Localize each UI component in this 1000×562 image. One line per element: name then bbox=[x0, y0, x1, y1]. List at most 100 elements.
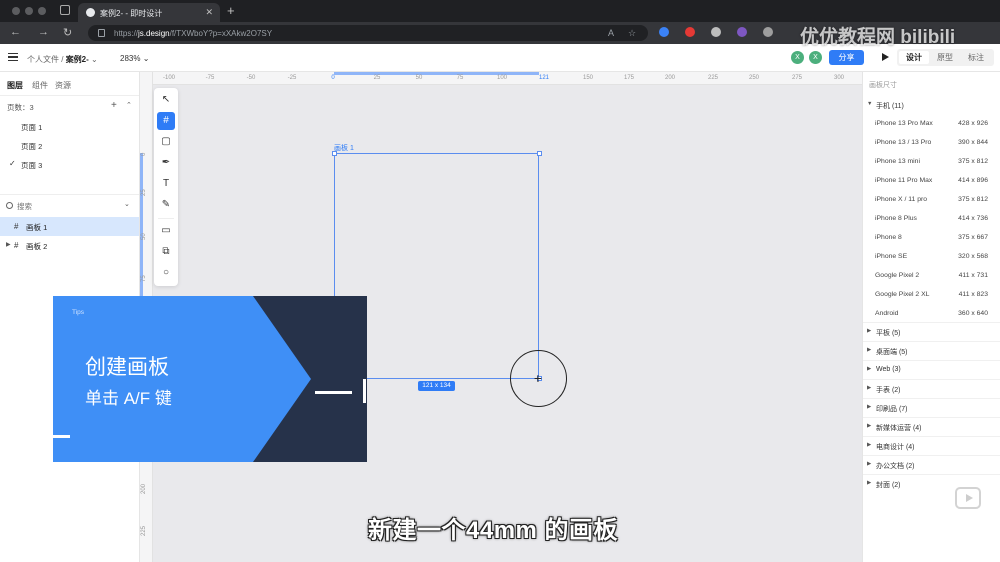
chevron-up-icon[interactable]: ⌃ bbox=[126, 101, 132, 109]
layer-item[interactable]: # 画板 1 bbox=[0, 217, 139, 236]
preset-group[interactable]: ▶ 办公文档 (2) bbox=[863, 456, 1000, 474]
device-preset[interactable]: iPhone 13 mini 375 x 812 bbox=[863, 152, 1000, 171]
window-close-button[interactable] bbox=[12, 7, 20, 15]
preset-group[interactable]: ▶ Web (3) bbox=[863, 361, 1000, 379]
tab-design[interactable]: 设计 bbox=[899, 51, 929, 64]
url-input[interactable]: https://js.design/f/TXWboY?p=xXAkw2O7SY … bbox=[88, 25, 648, 41]
preset-group-phone[interactable]: ▼ 手机 (11) bbox=[863, 96, 1000, 114]
page-item-current[interactable]: ✓ 页面 3 bbox=[0, 155, 139, 173]
avatar[interactable]: X bbox=[809, 51, 822, 64]
zoom-level[interactable]: 283% ⌄ bbox=[120, 54, 149, 63]
device-preset[interactable]: iPhone 11 Pro Max 414 x 896 bbox=[863, 171, 1000, 190]
video-subtitle: 新建一个44mm 的画板 bbox=[368, 517, 619, 544]
device-preset[interactable]: Google Pixel 2 XL 411 x 823 bbox=[863, 285, 1000, 304]
device-size: 375 x 812 bbox=[958, 196, 988, 203]
device-preset[interactable]: Android 360 x 640 bbox=[863, 304, 1000, 323]
extension-icon[interactable] bbox=[685, 27, 695, 37]
breadcrumb-current[interactable]: 案例2- bbox=[66, 55, 89, 64]
tips-title: 创建画板 bbox=[85, 356, 169, 379]
add-page-icon[interactable]: + bbox=[111, 100, 117, 111]
resize-handle[interactable] bbox=[332, 151, 337, 156]
device-preset[interactable]: iPhone X / 11 pro 375 x 812 bbox=[863, 190, 1000, 209]
tab-layers[interactable]: 图层 bbox=[7, 80, 23, 91]
preset-group[interactable]: ▶ 桌面端 (5) bbox=[863, 342, 1000, 360]
forward-arrow-icon[interactable]: → bbox=[38, 26, 49, 38]
page-item[interactable]: 页面 2 bbox=[0, 136, 139, 154]
site-favicon-icon bbox=[86, 8, 95, 17]
plugin-tool-icon[interactable]: ⧉ bbox=[157, 243, 175, 261]
device-preset[interactable]: iPhone SE 320 x 568 bbox=[863, 247, 1000, 266]
tab-annotation[interactable]: 标注 bbox=[961, 51, 991, 64]
back-arrow-icon[interactable]: ← bbox=[10, 26, 21, 38]
layer-label: 画板 2 bbox=[26, 242, 48, 251]
search-tool-icon[interactable]: ○ bbox=[157, 264, 175, 282]
device-preset[interactable]: iPhone 8 375 x 667 bbox=[863, 228, 1000, 247]
caret-right-icon: ▶ bbox=[867, 423, 872, 429]
comment-tool-icon[interactable]: ▭ bbox=[157, 222, 175, 240]
caret-right-icon[interactable]: ▶ bbox=[6, 241, 11, 248]
url-scheme: https:// bbox=[114, 29, 139, 38]
pen-tool-icon[interactable]: ✒ bbox=[157, 154, 175, 172]
preset-group[interactable]: ▶ 手表 (2) bbox=[863, 380, 1000, 398]
preset-group[interactable]: ▶ 电商设计 (4) bbox=[863, 437, 1000, 455]
play-icon bbox=[955, 487, 981, 509]
share-button[interactable]: 分享 bbox=[829, 50, 864, 65]
sidebar-toggle-icon[interactable] bbox=[60, 5, 70, 15]
preset-group[interactable]: ▶ 平板 (5) bbox=[863, 323, 1000, 341]
caret-right-icon: ▶ bbox=[867, 480, 872, 486]
tab-assets[interactable]: 资源 bbox=[55, 80, 71, 91]
device-name: Google Pixel 2 XL bbox=[875, 291, 930, 298]
group-label: 新媒体运营 (4) bbox=[876, 425, 922, 432]
frame-icon: # bbox=[14, 222, 19, 231]
device-name: Android bbox=[875, 310, 899, 317]
ruler-tick: 25 bbox=[141, 189, 147, 196]
device-size: 411 x 823 bbox=[958, 291, 988, 298]
bookmark-star-icon[interactable]: ☆ bbox=[628, 28, 636, 39]
rectangle-tool-icon[interactable]: ▢ bbox=[157, 133, 175, 151]
browser-tab-active[interactable]: 案例2- - 即时设计 ✕ bbox=[78, 3, 220, 22]
close-icon[interactable]: ✕ bbox=[205, 7, 213, 18]
window-maximize-button[interactable] bbox=[38, 7, 46, 15]
resize-handle[interactable] bbox=[537, 151, 542, 156]
device-preset[interactable]: iPhone 8 Plus 414 x 736 bbox=[863, 209, 1000, 228]
avatar[interactable]: X bbox=[791, 51, 804, 64]
group-label: 印刷品 (7) bbox=[876, 406, 908, 413]
tab-components[interactable]: 组件 bbox=[32, 80, 48, 91]
breadcrumb-parent[interactable]: 个人文件 / bbox=[27, 55, 63, 64]
tips-label: Tips bbox=[72, 309, 85, 316]
device-preset[interactable]: iPhone 13 / 13 Pro 390 x 844 bbox=[863, 133, 1000, 152]
page-label: 页面 1 bbox=[21, 123, 43, 132]
url-path: /f/TXWboY?p=xXAkw2O7SY bbox=[169, 29, 273, 38]
search-input[interactable] bbox=[17, 200, 107, 212]
move-tool-icon[interactable]: ↖ bbox=[157, 91, 175, 109]
device-preset[interactable]: Google Pixel 2 411 x 731 bbox=[863, 266, 1000, 285]
menu-icon[interactable] bbox=[8, 53, 18, 61]
play-icon[interactable] bbox=[882, 53, 889, 61]
preset-group[interactable]: ▶ 印刷品 (7) bbox=[863, 399, 1000, 417]
device-name: iPhone 8 Plus bbox=[875, 215, 917, 222]
window-minimize-button[interactable] bbox=[25, 7, 33, 15]
pencil-tool-icon[interactable]: ✎ bbox=[157, 196, 175, 214]
preset-group[interactable]: ▶ 新媒体运营 (4) bbox=[863, 418, 1000, 436]
page-item[interactable]: 页面 1 bbox=[0, 117, 139, 135]
layer-item[interactable]: ▶ # 画板 2 bbox=[0, 236, 139, 255]
chevron-down-icon[interactable]: ⌄ bbox=[124, 200, 130, 208]
extension-icon[interactable] bbox=[711, 27, 721, 37]
new-tab-icon[interactable]: + bbox=[227, 3, 235, 18]
panel-tabs: 图层 组件 资源 bbox=[0, 72, 139, 96]
pages-count: 页数：3 bbox=[7, 103, 34, 112]
reload-icon[interactable]: ↻ bbox=[63, 26, 72, 39]
caret-right-icon: ▶ bbox=[867, 347, 872, 353]
ruler-tick: 175 bbox=[623, 75, 635, 81]
frame-tool-icon[interactable]: # bbox=[157, 112, 175, 130]
extension-icon[interactable] bbox=[763, 27, 773, 37]
extension-icon[interactable] bbox=[737, 27, 747, 37]
caret-right-icon: ▶ bbox=[867, 366, 872, 372]
device-preset[interactable]: iPhone 13 Pro Max 428 x 926 bbox=[863, 114, 1000, 133]
tab-prototype[interactable]: 原型 bbox=[930, 51, 960, 64]
translate-icon[interactable]: A bbox=[608, 28, 614, 38]
extension-icon[interactable] bbox=[659, 27, 669, 37]
device-size: 428 x 926 bbox=[958, 120, 988, 127]
chevron-down-icon[interactable]: ⌄ bbox=[89, 55, 98, 64]
text-tool-icon[interactable]: T bbox=[157, 175, 175, 193]
